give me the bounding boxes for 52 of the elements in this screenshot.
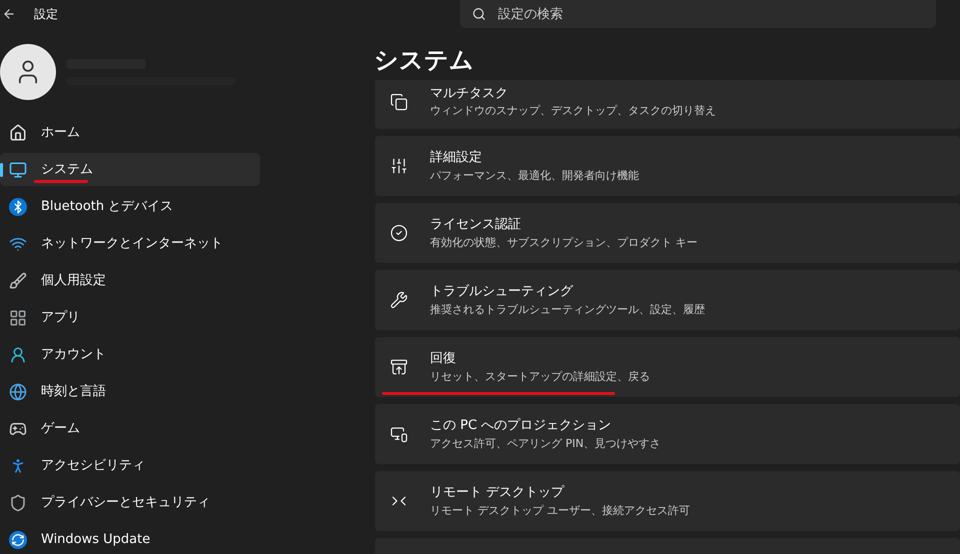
window-title: 設定: [34, 6, 58, 23]
search-icon: [472, 7, 486, 21]
card-title: 回復: [430, 350, 457, 368]
settings-card[interactable]: この PC へのプロジェクション アクセス許可、ペアリング PIN、見つけやすさ: [375, 404, 960, 464]
refresh-icon: [9, 530, 27, 548]
sidebar-item[interactable]: アプリ: [0, 301, 260, 334]
shield-icon: [9, 494, 27, 512]
sidebar-item[interactable]: アクセシビリティ: [0, 449, 260, 482]
sidebar-item[interactable]: ゲーム: [0, 412, 260, 445]
card-title: 詳細設定: [430, 149, 483, 167]
card-title: マルチタスク: [430, 84, 509, 102]
card-subtitle: パフォーマンス、最適化、開発者向け機能: [430, 168, 639, 184]
person-icon: [9, 346, 27, 364]
settings-card[interactable]: トラブルシューティング 推奨されるトラブルシューティングツール、設定、履歴: [375, 270, 960, 330]
card-subtitle: ウィンドウのスナップ、デスクトップ、タスクの切り替え: [430, 103, 716, 119]
card-subtitle: アクセス許可、ペアリング PIN、見つけやすさ: [430, 436, 661, 452]
sidebar-item[interactable]: Windows Update: [0, 523, 260, 554]
bluetooth-icon: [9, 198, 27, 216]
check-circle-icon: [390, 224, 408, 242]
settings-card[interactable]: 詳細設定 パフォーマンス、最適化、開発者向け機能: [375, 136, 960, 196]
card-subtitle: リセット、スタートアップの詳細設定、戻る: [430, 368, 650, 384]
settings-card[interactable]: ライセンス認証 有効化の状態、サブスクリプション、プロダクト キー: [375, 203, 960, 263]
card-title: リモート デスクトップ: [430, 484, 566, 502]
sidebar-item[interactable]: 個人用設定: [0, 264, 260, 297]
sidebar-item[interactable]: プライバシーとセキュリティ: [0, 486, 260, 519]
overlapping-windows-icon: [390, 92, 408, 110]
brush-icon: [9, 272, 27, 290]
restore-icon: [390, 358, 408, 376]
sidebar-item[interactable]: システム: [0, 153, 260, 186]
screens-icon: [390, 425, 408, 443]
card-subtitle: リモート デスクトップ ユーザー、接続アクセス許可: [430, 502, 690, 518]
settings-card[interactable]: マルチタスク ウィンドウのスナップ、デスクトップ、タスクの切り替え: [375, 80, 960, 129]
card-title: ライセンス認証: [430, 216, 522, 234]
sidebar-item[interactable]: ホーム: [0, 116, 260, 149]
sidebar-item[interactable]: ネットワークとインターネット: [0, 227, 260, 260]
wrench-icon: [390, 291, 408, 309]
settings-card[interactable]: 回復 リセット、スタートアップの詳細設定、戻る: [375, 337, 960, 397]
sidebar-item[interactable]: Bluetooth とデバイス: [0, 190, 260, 223]
settings-card[interactable]: リモート デスクトップ リモート デスクトップ ユーザー、接続アクセス許可: [375, 471, 960, 531]
search-field[interactable]: 設定の検索: [460, 0, 936, 28]
sidebar-item[interactable]: アカウント: [0, 338, 260, 371]
selection-indicator: [0, 163, 3, 177]
sidebar-item[interactable]: 時刻と言語: [0, 375, 260, 408]
house-icon: [9, 124, 27, 142]
card-subtitle: 推奨されるトラブルシューティングツール、設定、履歴: [430, 302, 705, 318]
page-title: システム: [374, 45, 475, 76]
card-title: この PC へのプロジェクション: [430, 417, 612, 435]
back-icon[interactable]: [2, 7, 16, 21]
card-subtitle: 有効化の状態、サブスクリプション、プロダクト キー: [430, 234, 698, 250]
apps-grid-icon: [9, 308, 27, 326]
card-title: トラブルシューティング: [430, 283, 574, 301]
monitor-icon: [9, 160, 27, 178]
